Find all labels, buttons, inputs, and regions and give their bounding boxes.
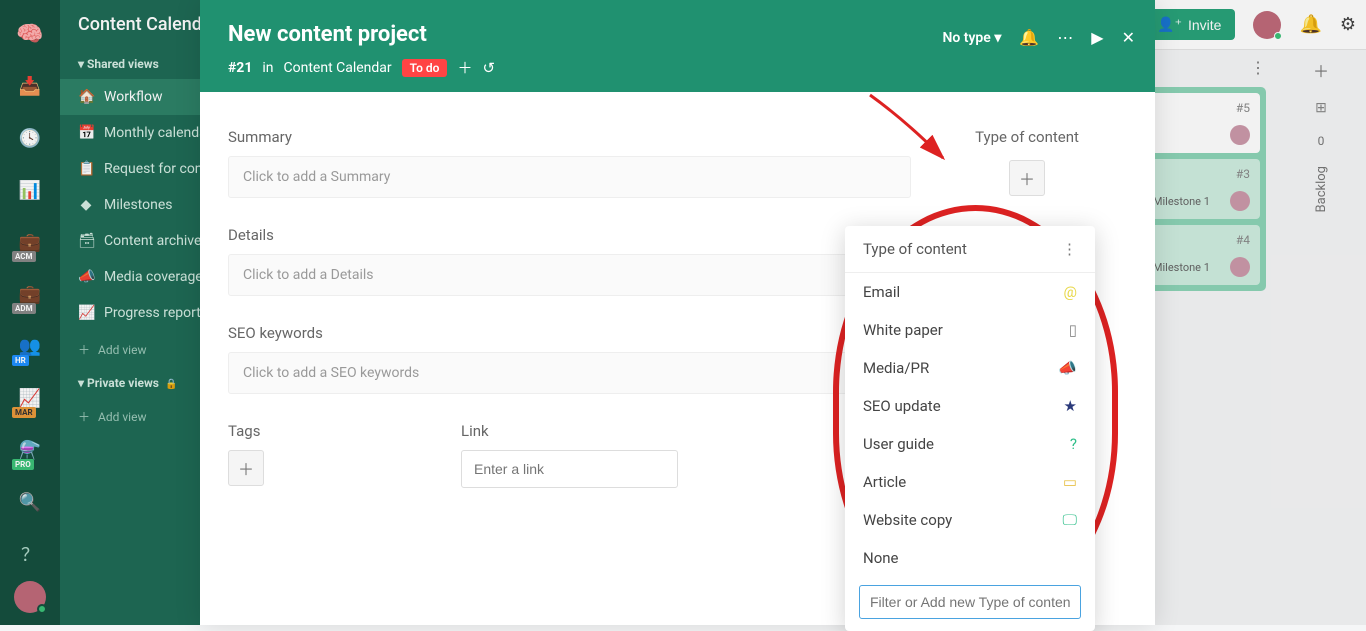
dropdown-option[interactable]: Article▭ — [845, 463, 1095, 501]
dropdown-filter-input[interactable] — [859, 585, 1081, 619]
add-tags-button[interactable]: ＋ — [228, 450, 264, 486]
summary-input[interactable]: Click to add a Summary — [228, 156, 911, 198]
add-icon[interactable]: ＋ — [457, 57, 472, 78]
tags-label: Tags — [228, 422, 445, 440]
link-input[interactable] — [461, 450, 678, 488]
dropdown-option[interactable]: SEO update★ — [845, 387, 1095, 425]
dropdown-option[interactable]: Media/PR📣 — [845, 349, 1095, 387]
project-link[interactable]: Content Calendar — [284, 60, 392, 76]
dropdown-option[interactable]: User guide? — [845, 425, 1095, 463]
close-icon[interactable]: ✕ — [1122, 28, 1135, 47]
add-type-button[interactable]: ＋ — [1009, 160, 1045, 196]
dropdown-option[interactable]: Email@ — [845, 273, 1095, 311]
no-type-dropdown[interactable]: No type ▾ — [942, 30, 1001, 46]
summary-label: Summary — [228, 128, 911, 146]
dropdown-option[interactable]: White paper▯ — [845, 311, 1095, 349]
type-of-content-label: Type of content — [927, 128, 1127, 146]
details-input[interactable]: Click to add a Details — [228, 254, 911, 296]
status-badge[interactable]: To do — [402, 59, 448, 77]
more-icon[interactable]: ⋯ — [1057, 28, 1073, 47]
link-label: Link — [461, 422, 678, 440]
card-id: #21 — [228, 60, 252, 76]
dropdown-menu-icon[interactable]: ⋮ — [1062, 240, 1077, 258]
dropdown-title: Type of content — [863, 240, 967, 258]
dropdown-option[interactable]: Website copy🖵 — [845, 501, 1095, 539]
details-label: Details — [228, 226, 911, 244]
type-of-content-dropdown: Type of content ⋮ Email@White paper▯Medi… — [845, 226, 1095, 631]
seo-label: SEO keywords — [228, 324, 911, 342]
bell-icon[interactable]: 🔔 — [1019, 28, 1039, 47]
dropdown-option[interactable]: None — [845, 539, 1095, 577]
seo-input[interactable]: Click to add a SEO keywords — [228, 352, 911, 394]
play-icon[interactable]: ▶ — [1091, 28, 1103, 47]
history-icon[interactable]: ↺ — [482, 59, 495, 77]
modal-header: New content project #21 in Content Calen… — [200, 0, 1155, 92]
